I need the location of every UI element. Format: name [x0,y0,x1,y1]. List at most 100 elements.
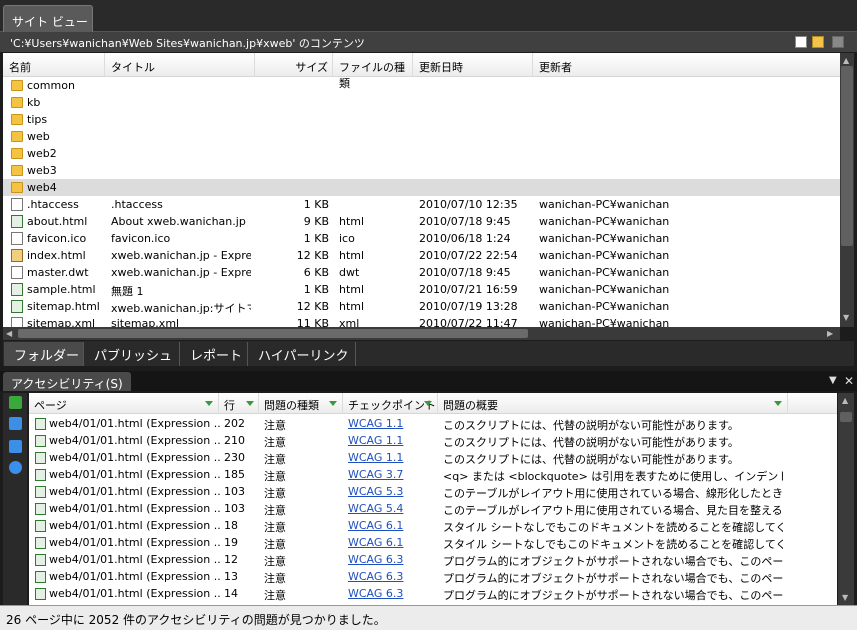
column-issue-type[interactable]: 問題の種類 [259,393,343,414]
column-modified-date[interactable]: 更新日時 [413,53,533,77]
file-name: favicon.ico [27,232,87,245]
file-row[interactable]: web [3,128,840,145]
column-name[interactable]: 名前 [3,53,105,77]
folder-icon [11,80,23,91]
issue-type: 注意 [264,555,286,568]
next-result-icon[interactable] [9,440,22,453]
file-row[interactable]: sitemap.xml sitemap.xml 11 KB xml 2010/07/22… [3,315,840,327]
scroll-down-arrow-icon[interactable]: ▼ [842,594,848,602]
file-name: master.dwt [27,266,89,279]
new-folder-icon[interactable] [812,36,824,48]
filter-dropdown-icon[interactable] [205,401,213,406]
scroll-up-arrow-icon[interactable]: ▲ [842,397,848,405]
file-row[interactable]: sample.html 無題 1 1 KB html 2010/07/21 16:59 w… [3,281,840,298]
issue-checkpoint-link[interactable]: WCAG 6.3 [348,553,436,566]
issue-checkpoint-link[interactable]: WCAG 5.3 [348,485,436,498]
issue-type: 注意 [264,521,286,534]
parent-folder-icon[interactable] [832,36,844,48]
issue-page: web4/01/01.html (Expression ... [49,570,221,583]
filter-dropdown-icon[interactable] [246,401,254,406]
issue-row[interactable]: web4/01/01.html (Expression ... 103 注意 WCAG… [29,500,837,517]
file-row[interactable]: kb [3,94,840,111]
file-row[interactable]: tips [3,111,840,128]
column-title[interactable]: タイトル [105,53,255,77]
new-page-icon[interactable] [795,36,807,48]
issue-row[interactable]: web4/01/01.html (Expression ... 103 注意 WCAG… [29,483,837,500]
file-row[interactable]: web2 [3,145,840,162]
column-checkpoint-label: チェックポイント [348,399,436,412]
column-file-type[interactable]: ファイルの種類 [333,53,413,90]
file-row[interactable]: about.html About xweb.wanichan.jp 9 KB html… [3,213,840,230]
file-modified-date: 2010/07/19 13:28 [419,300,518,313]
issue-summary: このスクリプトには、代替の説明がない可能性があります。 [443,436,739,449]
issue-checkpoint-link[interactable]: WCAG 6.3 [348,570,436,583]
file-row[interactable]: master.dwt xweb.wanichan.jp - Expre... 6 K… [3,264,840,281]
issue-type: 注意 [264,487,286,500]
issue-row[interactable]: web4/01/01.html (Expression ... 19 注意 WCAG … [29,534,837,551]
issue-checkpoint-link[interactable]: WCAG 6.3 [348,587,436,600]
file-row[interactable]: favicon.ico favicon.ico 1 KB ico 2010/06/18 … [3,230,840,247]
issue-list-header: ページ 行 問題の種類 チェックポイント 問題の概要 [29,393,837,414]
tab-reports[interactable]: レポート [180,342,248,366]
issue-checkpoint-link[interactable]: WCAG 6.1 [348,536,436,549]
home-page-icon [11,249,23,262]
issue-list-vertical-scroll-thumb[interactable] [840,412,852,422]
column-summary[interactable]: 問題の概要 [438,393,788,414]
column-page[interactable]: ページ [29,393,219,414]
tab-publish[interactable]: パブリッシュ [84,342,180,366]
folder-icon [11,114,23,125]
scroll-up-arrow-icon[interactable]: ▲ [843,57,849,65]
pin-icon[interactable]: ▼ [829,375,837,386]
issue-checkpoint-link[interactable]: WCAG 6.1 [348,519,436,532]
issue-row[interactable]: web4/01/01.html (Expression ... 13 注意 WCAG … [29,568,837,585]
issue-row[interactable]: web4/01/01.html (Expression ... 12 注意 WCAG … [29,551,837,568]
issue-row[interactable]: web4/01/01.html (Expression ... 202 注意 WCAG… [29,415,837,432]
file-list-vertical-scroll-thumb[interactable] [841,66,853,246]
issue-line: 185 [224,468,245,481]
run-check-icon[interactable] [9,396,22,409]
issue-row[interactable]: web4/01/01.html (Expression ... 185 注意 WCAG… [29,466,837,483]
previous-result-icon[interactable] [9,417,22,430]
file-row[interactable]: index.html xweb.wanichan.jp - Expre... 12 … [3,247,840,264]
close-icon[interactable]: ✕ [844,374,854,388]
tab-accessibility[interactable]: アクセシビリティ(S) [3,372,131,391]
column-modified-by[interactable]: 更新者 [533,53,840,77]
file-row[interactable]: .htaccess .htaccess 1 KB 2010/07/10 12:35 wa… [3,196,840,213]
column-line[interactable]: 行 [219,393,259,414]
file-row[interactable]: common [3,77,840,94]
file-row[interactable]: web3 [3,162,840,179]
tab-folders[interactable]: フォルダー [4,342,84,366]
tab-hyperlinks[interactable]: ハイパーリンク [248,342,356,366]
issue-row[interactable]: web4/01/01.html (Expression ... 18 注意 WCAG … [29,517,837,534]
issue-checkpoint-link[interactable]: WCAG 1.1 [348,451,436,464]
tab-site-view[interactable]: サイト ビュー [3,5,93,32]
issue-summary: このテーブルがレイアウト用に使用されている場合、見た目を整えるため... [443,504,783,517]
issue-checkpoint-link[interactable]: WCAG 1.1 [348,417,436,430]
issue-type: 注意 [264,453,286,466]
issue-row[interactable]: web4/01/01.html (Expression ... 14 注意 WCAG … [29,585,837,602]
issue-row[interactable]: web4/01/01.html (Expression ... 210 注意 WCAG… [29,432,837,449]
issue-type: 注意 [264,572,286,585]
file-name: tips [27,113,48,126]
issue-checkpoint-link[interactable]: WCAG 3.7 [348,468,436,481]
refresh-icon[interactable] [9,461,22,474]
filter-dropdown-icon[interactable] [774,401,782,406]
issue-page: web4/01/01.html (Expression ... [49,451,221,464]
file-name: about.html [27,215,88,228]
issue-type: 注意 [264,470,286,483]
scroll-down-arrow-icon[interactable]: ▼ [843,314,849,322]
file-row[interactable]: web4 [3,179,840,196]
column-size[interactable]: サイズ [255,53,333,77]
scroll-left-arrow-icon[interactable]: ◀ [6,330,12,338]
file-list-horizontal-scroll-thumb[interactable] [18,329,528,338]
issue-checkpoint-link[interactable]: WCAG 1.1 [348,434,436,447]
filter-dropdown-icon[interactable] [329,401,337,406]
file-row[interactable]: sitemap.html xweb.wanichan.jp:サイトマ... 12 K… [3,298,840,315]
filter-dropdown-icon[interactable] [424,401,432,406]
issue-page: web4/01/01.html (Expression ... [49,536,221,549]
issue-list-vertical-scrollbar[interactable] [838,393,854,605]
issue-checkpoint-link[interactable]: WCAG 5.4 [348,502,436,515]
column-checkpoint[interactable]: チェックポイント [343,393,438,414]
issue-row[interactable]: web4/01/01.html (Expression ... 230 注意 WCAG… [29,449,837,466]
scroll-right-arrow-icon[interactable]: ▶ [827,330,833,338]
